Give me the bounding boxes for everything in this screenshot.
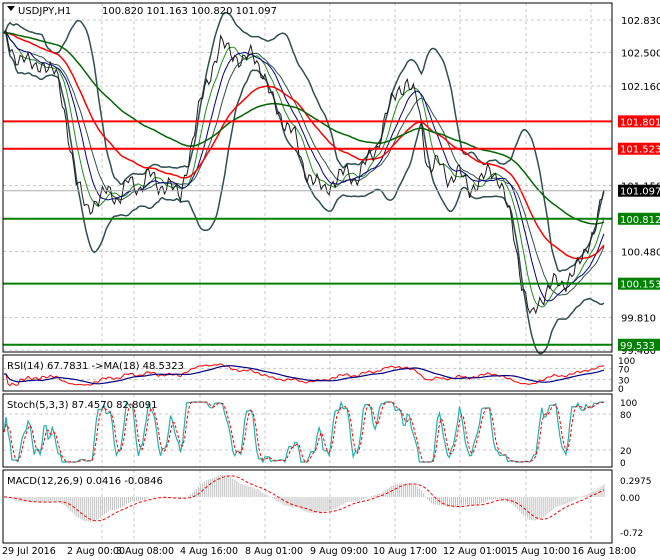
price-tick: 102.500 bbox=[621, 49, 660, 60]
time-tick: 29 Jul 2016 bbox=[2, 546, 56, 557]
price-tick: 100.480 bbox=[621, 247, 660, 258]
macd-label: MACD(12,26,9) 0.0416 -0.0846 bbox=[7, 476, 163, 487]
price-tick: 99.810 bbox=[621, 313, 656, 324]
stoch-signal-line bbox=[3, 401, 605, 463]
time-tick: 9 Aug 09:00 bbox=[310, 546, 368, 557]
chart-window[interactable]: 102.830102.500102.160101.150100.48099.81… bbox=[0, 0, 660, 560]
macd-tick: -0.72 bbox=[620, 529, 643, 539]
stoch-tick: 20 bbox=[620, 447, 632, 457]
stoch-tick: 0 bbox=[620, 459, 626, 469]
macd-tick: 0.00 bbox=[620, 494, 640, 504]
level-tag-text: 100.153 bbox=[620, 280, 660, 291]
indicator-panels[interactable] bbox=[3, 363, 612, 522]
stoch-tick: 80 bbox=[620, 411, 632, 421]
time-tick: 12 Aug 01:00 bbox=[443, 546, 507, 557]
stoch-label: Stoch(5,3,3) 87.4570 82.8091 bbox=[7, 400, 158, 411]
price-tick: 102.830 bbox=[621, 16, 660, 27]
time-tick: 10 Aug 17:00 bbox=[373, 546, 437, 557]
stoch-tick: 100 bbox=[620, 399, 637, 409]
bollinger-middle bbox=[3, 31, 605, 296]
rsi-tick: 70 bbox=[618, 365, 630, 375]
level-tag-text: 100.812 bbox=[620, 215, 660, 226]
price-tick: 102.160 bbox=[621, 82, 660, 93]
macd-tick: 0.2975 bbox=[620, 477, 652, 487]
chart-svg[interactable]: 102.830102.500102.160101.150100.48099.81… bbox=[0, 0, 660, 560]
time-tick: 16 Aug 18:00 bbox=[572, 546, 636, 557]
current-price-text: 101.097 bbox=[620, 187, 660, 198]
time-tick: 3 Aug 08:00 bbox=[116, 546, 174, 557]
time-tick: 15 Aug 10:00 bbox=[506, 546, 570, 557]
level-tag-text: 99.533 bbox=[620, 341, 655, 352]
time-tick: 8 Aug 01:00 bbox=[245, 546, 303, 557]
level-tag-text: 101.523 bbox=[620, 145, 660, 156]
price-panel[interactable] bbox=[3, 12, 612, 355]
symbol-title: USDJPY,H1 bbox=[18, 6, 71, 17]
ohlc-readout: 100.820 101.163 100.820 101.097 bbox=[102, 6, 277, 17]
time-tick: 4 Aug 16:00 bbox=[180, 546, 238, 557]
dropdown-triangle-icon[interactable] bbox=[7, 6, 15, 11]
level-tag-text: 101.801 bbox=[620, 117, 660, 128]
bollinger-upper bbox=[3, 12, 605, 273]
rsi-label: RSI(14) 67.7831 ->MA(18) 48.5323 bbox=[7, 361, 184, 372]
rsi-tick: 0 bbox=[618, 385, 624, 395]
